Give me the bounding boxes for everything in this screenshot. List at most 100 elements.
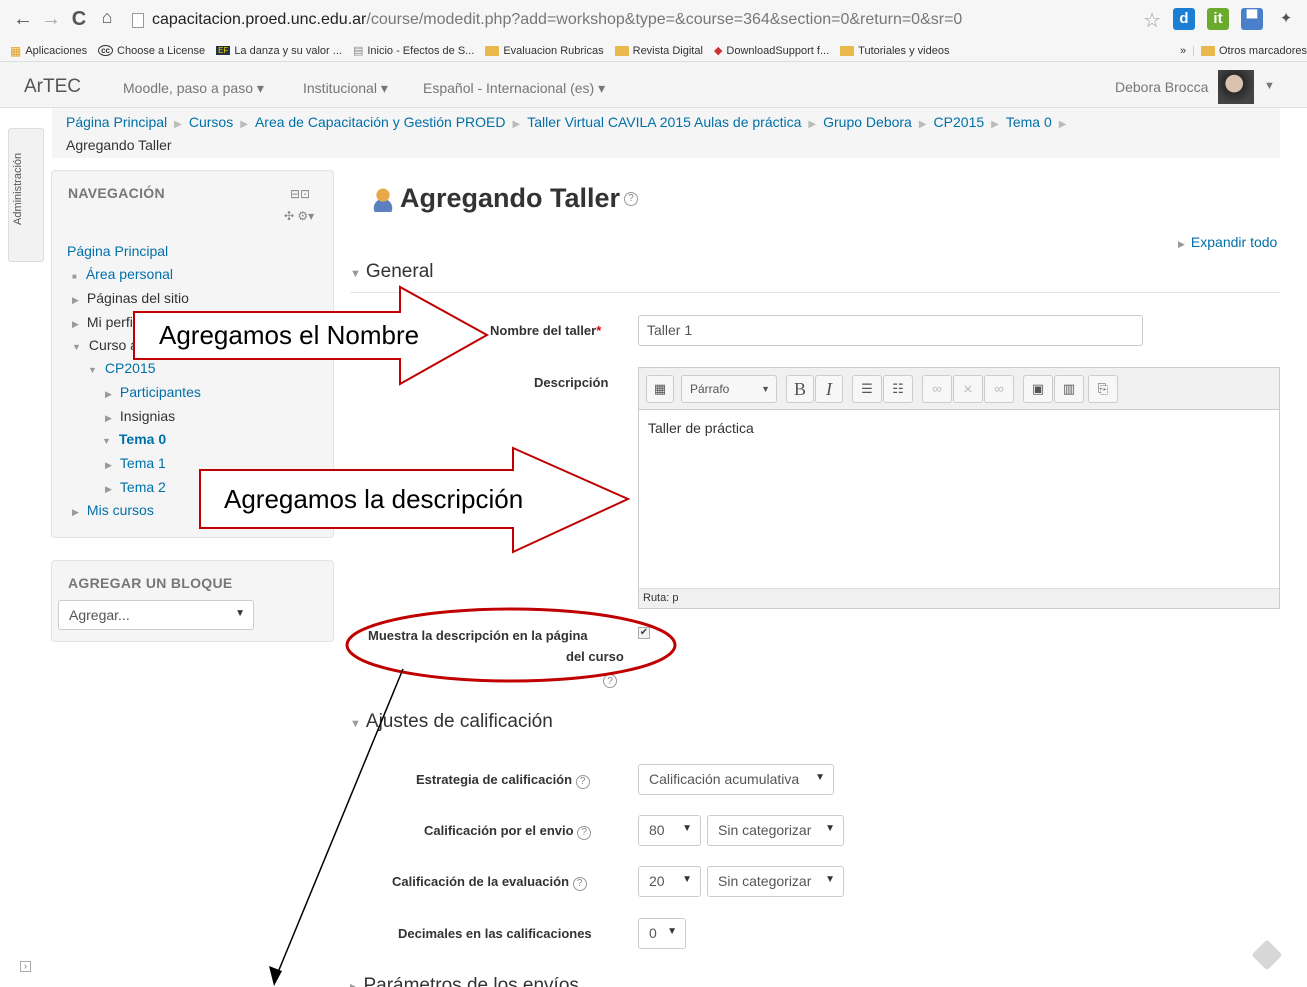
description-text-area[interactable]: Taller de práctica [648,420,754,436]
breadcrumb-separator-icon: ▶ [512,119,521,130]
bookmark-revista[interactable]: Revista Digital [614,45,703,57]
bookmark-rubricas[interactable]: Evaluacion Rubricas [485,45,604,57]
user-menu-caret-icon[interactable]: ▼ [1264,80,1275,92]
submission-category-select[interactable]: Sin categorizar ▼ [707,815,844,846]
breadcrumb-item[interactable]: Página Principal [66,114,167,130]
expand-icon: ▶ [72,295,79,305]
help-icon[interactable]: ? [577,825,592,840]
expand-all-link[interactable]: ▶ Expandir todo [1178,234,1277,250]
submission-grade-select[interactable]: 80 ▼ [638,815,701,846]
dock-toggle-icon[interactable]: › [20,961,31,972]
nav-item-label: Participantes [119,384,201,400]
menu-institucional[interactable]: Institucional ▾ [303,80,388,97]
nav-participantes[interactable]: ▶ Participantes [105,384,201,400]
nav-item-label: CP2015 [104,360,156,376]
extension-screen-icon[interactable]: ▀ [1241,8,1263,30]
decimals-select[interactable]: 0 ▼ [638,918,686,949]
submission-grade-value: 80 [649,822,665,838]
other-bookmarks[interactable]: Otros marcadores [1200,45,1307,57]
extension-d-icon[interactable]: d [1173,8,1195,30]
breadcrumb-item[interactable]: Area de Capacitación y Gestión PROED [255,114,506,130]
section-submission[interactable]: ▶ Parámetros de los envíos [350,975,579,987]
show-description-checkbox[interactable]: ✔ [638,627,650,639]
reload-icon[interactable]: C [66,8,92,31]
bookmark-inicio[interactable]: ▤ Inicio - Efectos de S... [353,44,474,58]
star-bookmark-icon[interactable]: ☆ [1143,8,1161,33]
grading-strategy-select[interactable]: Calificación acumulativa ▼ [638,764,834,795]
menu-moodle-paso[interactable]: Moodle, paso a paso ▾ [123,80,264,97]
home-icon[interactable]: ⌂ [94,7,120,28]
help-icon[interactable]: ? [572,876,587,891]
block-move-settings-icon[interactable]: ✣ ⚙▾ [284,209,314,223]
breadcrumb-separator-icon: ▶ [918,119,927,130]
link-icon[interactable]: ∞ [922,375,952,403]
breadcrumb-item[interactable]: Cursos [189,114,233,130]
avatar[interactable] [1218,70,1254,104]
submission-grade-label: Calificación por el envio ? [424,823,592,840]
image-icon[interactable]: ▣ [1023,375,1053,403]
bookmark-download[interactable]: ◆ DownloadSupport f... [714,44,829,58]
nav-paginas-sitio[interactable]: ▶ Páginas del sitio [72,290,189,306]
add-block-select[interactable]: Agregar... ▼ [58,600,254,630]
dropdown-arrow-icon: ▼ [825,874,835,885]
paste-icon[interactable]: ⎘ [1088,375,1118,403]
folder-icon [614,45,629,56]
breadcrumb-item[interactable]: CP2015 [934,114,985,130]
menu-language[interactable]: Español - Internacional (es) ▾ [423,80,605,97]
section-general[interactable]: ▼ General [350,261,434,283]
nav-tema-1[interactable]: ▶ Tema 1 [105,455,166,471]
add-block-select-value: Agregar... [69,607,130,623]
bookmark-cc[interactable]: cc Choose a License [98,45,205,57]
cc-icon: cc [98,45,114,56]
moodle-navbar: ArTEC Moodle, paso a paso ▾ Instituciona… [0,62,1307,108]
media-icon[interactable]: ▥ [1054,375,1084,403]
nav-tema-0[interactable]: ▼ Tema 0 [102,431,166,447]
bullet-list-icon[interactable]: ☰ [852,375,882,403]
nav-insignias[interactable]: ▶ Insignias [105,408,175,424]
italic-icon[interactable]: I [815,375,843,403]
user-name[interactable]: Debora Brocca [1115,79,1208,95]
extension-puzzle-icon[interactable]: ✦ [1275,8,1297,30]
nav-pagina-principal[interactable]: Página Principal [67,243,168,259]
nav-mi-perfil[interactable]: ▶ Mi perfil [72,314,136,330]
show-description-label-line2: del curso [566,649,624,664]
moodle-docs-icon[interactable] [1251,939,1283,971]
nav-cp2015[interactable]: ▼ CP2015 [88,360,156,376]
address-bar[interactable]: capacitacion.proed.unc.edu.ar/course/mod… [132,8,1112,32]
bookmark-label: La danza y su valor ... [234,44,342,57]
folder-icon [485,45,500,56]
section-grading[interactable]: ▼ Ajustes de calificación [350,711,553,733]
breadcrumb-item[interactable]: Taller Virtual CAVILA 2015 Aulas de prác… [527,114,801,130]
more-bookmarks-button[interactable]: » [1180,45,1186,57]
forward-arrow-icon[interactable]: → [38,8,64,31]
help-icon[interactable]: ? [575,774,590,789]
nav-area-personal[interactable]: ■ Área personal [72,266,173,282]
breadcrumb-item[interactable]: Tema 0 [1006,114,1052,130]
url-host: capacitacion.proed.unc.edu.ar [152,11,367,28]
nav-tema-2[interactable]: ▶ Tema 2 [105,479,166,495]
block-collapse-icon[interactable]: ⊟⊡ [290,187,310,201]
extension-it-icon[interactable]: it [1207,8,1229,30]
help-icon[interactable]: ? [624,191,639,206]
administration-tab[interactable]: Administración [8,128,44,262]
bookmark-tutoriales[interactable]: Tutoriales y videos [840,45,949,57]
numbered-list-icon[interactable]: ☷ [883,375,913,403]
site-brand[interactable]: ArTEC [24,76,81,98]
bold-icon[interactable]: B [786,375,814,403]
workshop-name-input[interactable]: Taller 1 [638,315,1143,346]
back-arrow-icon[interactable]: ← [10,8,36,31]
breadcrumb-item[interactable]: Grupo Debora [823,114,912,130]
assessment-grade-select[interactable]: 20 ▼ [638,866,701,897]
bookmark-apps[interactable]: ▦ Aplicaciones [10,44,87,58]
unlink-icon[interactable]: ⨯ [953,375,983,403]
bookmark-danza[interactable]: EF La danza y su valor ... [216,45,342,57]
toolbar-toggle-icon[interactable]: ▦ [646,375,674,403]
paragraph-format-select[interactable]: Párrafo ▼ [681,375,777,403]
nav-mis-cursos[interactable]: ▶ Mis cursos [72,502,154,518]
anchor-icon[interactable]: ∞ [984,375,1014,403]
assessment-category-select[interactable]: Sin categorizar ▼ [707,866,844,897]
help-icon[interactable]: ? [603,674,617,688]
bookmark-label: Tutoriales y videos [858,44,950,57]
nav-curso-actual[interactable]: ▼ Curso actual [72,337,168,353]
bullet-icon: ■ [72,272,77,281]
